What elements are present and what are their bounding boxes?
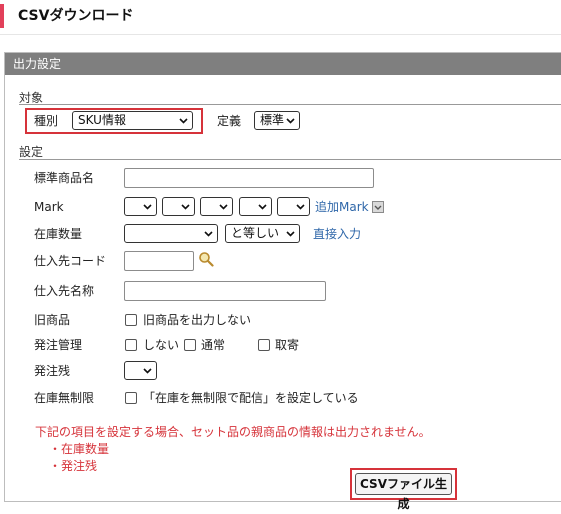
definition-select-value: 標準: [260, 113, 285, 127]
unlimited-stock-option-label: 「在庫を無制限で配信」を設定している: [143, 391, 359, 405]
page-title: CSVダウンロード: [0, 4, 561, 28]
order-mgmt-label: 発注管理: [34, 338, 83, 352]
supplier-code-label: 仕入先コード: [34, 254, 107, 268]
mark-select-2[interactable]: [162, 197, 195, 216]
type-label: 種別: [34, 114, 59, 128]
chevron-down-icon: [143, 202, 152, 211]
direct-input-link[interactable]: 直接入力: [313, 226, 361, 242]
supplier-code-input[interactable]: [124, 251, 194, 271]
settings-section-label: 設定: [19, 145, 44, 159]
order-remaining-label: 発注残: [34, 364, 71, 378]
title-divider: [0, 34, 561, 35]
order-mgmt-normal-checkbox[interactable]: [184, 339, 196, 351]
target-section-divider: [19, 104, 561, 105]
output-settings-panel: 出力設定 対象 種別 SKU情報 定義 標準 設定 標準商品名 Mark 追加M…: [4, 52, 561, 511]
definition-select[interactable]: 標準: [254, 111, 300, 130]
stock-qty-select[interactable]: [124, 224, 218, 243]
add-mark-link[interactable]: 追加Mark: [315, 199, 369, 215]
unlimited-stock-label: 在庫無制限: [34, 391, 95, 405]
generate-csv-button[interactable]: CSVファイル生成: [355, 473, 452, 511]
old-product-option-label: 旧商品を出力しない: [143, 313, 252, 327]
mark-select-1[interactable]: [124, 197, 157, 216]
chevron-down-icon: [286, 229, 295, 238]
chevron-down-icon: [179, 116, 188, 125]
warning-message: 下記の項目を設定する場合、セット品の親商品の情報は出力されません。: [35, 425, 431, 439]
type-select-value: SKU情報: [78, 113, 126, 127]
order-mgmt-none-label: しない: [143, 338, 180, 352]
chevron-down-icon: [219, 202, 228, 211]
stock-compare-value: と等しい: [231, 226, 280, 240]
chevron-down-icon: [204, 229, 213, 238]
warning-item-order-remaining: ・発注残: [49, 459, 98, 473]
old-product-checkbox[interactable]: [125, 314, 137, 326]
stock-qty-label: 在庫数量: [34, 227, 83, 241]
search-icon[interactable]: [198, 251, 214, 267]
order-mgmt-none-checkbox[interactable]: [125, 339, 137, 351]
warning-item-stock: ・在庫数量: [49, 442, 110, 456]
chevron-down-icon: [286, 116, 295, 125]
mark-select-3[interactable]: [200, 197, 233, 216]
old-product-label: 旧商品: [34, 313, 71, 327]
chevron-down-icon: [143, 366, 152, 375]
supplier-name-label: 仕入先名称: [34, 284, 95, 298]
chevron-down-icon: [296, 202, 305, 211]
chevron-down-icon: [181, 202, 190, 211]
definition-label: 定義: [217, 114, 242, 128]
stock-compare-select[interactable]: と等しい: [225, 224, 300, 243]
settings-section-divider: [19, 159, 561, 160]
standard-product-name-label: 標準商品名: [34, 171, 95, 185]
unlimited-stock-checkbox[interactable]: [125, 392, 137, 404]
chevron-down-icon: [258, 202, 267, 211]
mark-label: Mark: [34, 200, 64, 214]
mark-select-5[interactable]: [277, 197, 310, 216]
order-mgmt-order-checkbox[interactable]: [258, 339, 270, 351]
type-select[interactable]: SKU情報: [72, 111, 193, 130]
mark-select-4[interactable]: [239, 197, 272, 216]
expand-icon[interactable]: [372, 201, 384, 213]
standard-product-name-input[interactable]: [124, 168, 374, 188]
order-mgmt-normal-label: 通常: [201, 338, 226, 352]
order-mgmt-order-label: 取寄: [275, 338, 300, 352]
panel-header: 出力設定: [5, 53, 561, 75]
order-remaining-select[interactable]: [124, 361, 157, 380]
supplier-name-input[interactable]: [124, 281, 326, 301]
